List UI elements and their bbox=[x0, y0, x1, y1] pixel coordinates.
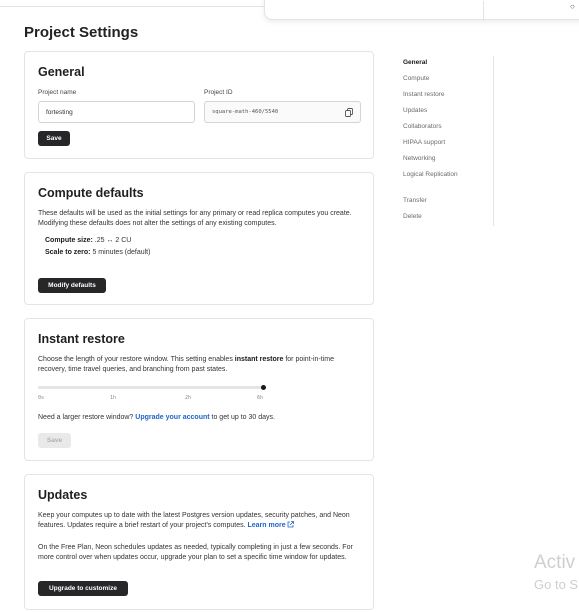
updates-description: Keep your computes up to date with the l… bbox=[38, 511, 360, 532]
restore-upgrade-prefix: Need a larger restore window? bbox=[38, 414, 136, 421]
project-id-label: Project ID bbox=[204, 89, 233, 96]
scale-to-zero-row: Scale to zero: 5 minutes (default) bbox=[45, 248, 150, 258]
restore-upgrade-text: Need a larger restore window? Upgrade yo… bbox=[38, 413, 275, 423]
page-title: Project Settings bbox=[24, 24, 139, 41]
nav-item-instant-restore[interactable]: Instant restore bbox=[403, 90, 445, 100]
compute-heading: Compute defaults bbox=[38, 186, 144, 200]
copy-icon[interactable] bbox=[345, 108, 353, 117]
general-heading: General bbox=[38, 65, 85, 79]
restore-save-button[interactable]: Save bbox=[38, 433, 71, 448]
upgrade-account-link[interactable]: Upgrade your account bbox=[135, 414, 209, 421]
nav-item-general[interactable]: General bbox=[403, 58, 427, 68]
top-divider bbox=[0, 6, 270, 7]
scale-to-zero-value: 5 minutes (default) bbox=[92, 249, 151, 256]
slider-tick: 0s bbox=[38, 395, 45, 401]
modify-defaults-button[interactable]: Modify defaults bbox=[38, 278, 106, 293]
nav-item-networking[interactable]: Networking bbox=[403, 154, 436, 164]
project-name-input[interactable]: fortesting bbox=[38, 101, 195, 123]
slider-tick: 2h bbox=[185, 395, 192, 401]
compute-size-label: Compute size: bbox=[45, 237, 93, 244]
compute-defaults-card: Compute defaults These defaults will be … bbox=[24, 172, 374, 305]
slider-tick: 6h bbox=[257, 395, 264, 401]
popover-separator bbox=[483, 1, 484, 21]
general-card: General Project name fortesting Project … bbox=[24, 51, 374, 159]
project-id-field[interactable]: square-math-460/5540 bbox=[204, 101, 361, 123]
settings-nav: General Compute Instant restore Updates … bbox=[394, 56, 494, 226]
compute-size-value: .25 ↔ 2 CU bbox=[94, 237, 132, 244]
nav-item-hipaa-support[interactable]: HIPAA support bbox=[403, 138, 445, 148]
upgrade-to-customize-button[interactable]: Upgrade to customize bbox=[38, 581, 128, 596]
restore-heading: Instant restore bbox=[38, 332, 125, 346]
external-link-icon bbox=[287, 521, 294, 532]
project-name-label: Project name bbox=[38, 89, 77, 96]
compute-description: These defaults will be used as the initi… bbox=[38, 210, 352, 227]
popover-corner-glyph: ○ bbox=[570, 2, 575, 11]
general-save-button[interactable]: Save bbox=[38, 131, 70, 146]
nav-item-logical-replication[interactable]: Logical Replication bbox=[403, 170, 458, 180]
restore-upgrade-suffix: to get up to 30 days. bbox=[209, 414, 275, 421]
updates-heading: Updates bbox=[38, 488, 88, 502]
activation-watermark-line2: Go to S bbox=[534, 577, 579, 592]
restore-slider-thumb[interactable] bbox=[260, 385, 266, 390]
nav-item-transfer[interactable]: Transfer bbox=[403, 196, 427, 206]
slider-tick: 1h bbox=[110, 395, 117, 401]
nav-item-compute[interactable]: Compute bbox=[403, 74, 429, 84]
activation-watermark-line1: Activ bbox=[534, 552, 576, 573]
compute-size-row: Compute size: .25 ↔ 2 CU bbox=[45, 236, 131, 246]
nav-item-collaborators[interactable]: Collaborators bbox=[403, 122, 442, 132]
restore-desc-part1: Choose the length of your restore window… bbox=[38, 356, 235, 363]
scale-to-zero-label: Scale to zero: bbox=[45, 249, 91, 256]
restore-slider-track[interactable] bbox=[38, 386, 263, 389]
project-id-value: square-math-460/5540 bbox=[212, 109, 279, 115]
nav-item-updates[interactable]: Updates bbox=[403, 106, 427, 116]
top-popover: ○ bbox=[264, 0, 579, 21]
instant-restore-card: Instant restore Choose the length of you… bbox=[24, 318, 374, 461]
nav-item-delete[interactable]: Delete bbox=[403, 212, 422, 222]
free-plan-text: On the Free Plan, Neon schedules updates… bbox=[38, 544, 353, 561]
restore-desc-bold: instant restore bbox=[234, 356, 284, 363]
updates-desc-text: Keep your computes up to date with the l… bbox=[38, 512, 350, 529]
restore-description: Choose the length of your restore window… bbox=[38, 355, 360, 375]
updates-card: Updates Keep your computes up to date wi… bbox=[24, 474, 374, 610]
learn-more-link[interactable]: Learn more bbox=[248, 522, 286, 529]
